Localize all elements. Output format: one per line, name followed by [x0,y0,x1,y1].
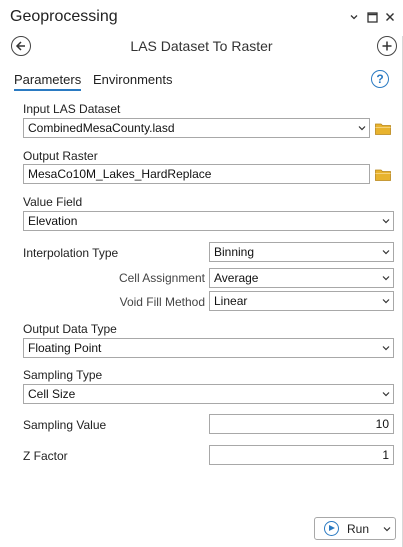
pane-title-bar: Geoprocessing [0,0,403,36]
close-icon[interactable] [383,10,397,24]
pane-title: Geoprocessing [10,8,118,25]
sampling-type-dropdown[interactable]: Cell Size [23,384,394,404]
output-data-type-label: Output Data Type [23,322,117,336]
output-raster-label: Output Raster [23,149,98,163]
input-las-value: CombinedMesaCounty.lasd [28,121,175,135]
tab-environments[interactable]: Environments [93,72,172,87]
run-label: Run [347,522,370,536]
void-fill-method-label: Void Fill Method [119,295,205,309]
z-factor-input[interactable]: 1 [209,445,394,465]
sampling-type-value: Cell Size [28,387,76,401]
chevron-down-icon [382,392,390,397]
z-factor-label: Z Factor [23,449,68,463]
folder-icon[interactable] [375,168,391,181]
value-field-value: Elevation [28,214,78,228]
tab-parameters[interactable]: Parameters [14,72,82,91]
chevron-down-icon [382,299,390,304]
value-field-dropdown[interactable]: Elevation [23,211,394,231]
output-data-type-dropdown[interactable]: Floating Point [23,338,394,358]
void-fill-method-dropdown[interactable]: Linear [209,291,394,311]
play-icon [324,521,339,536]
chevron-down-icon [382,346,390,351]
cell-assignment-value: Average [214,271,259,285]
chevron-down-icon [382,219,390,224]
output-raster-input[interactable]: MesaCo10M_Lakes_HardReplace [23,164,370,184]
help-icon[interactable]: ? [371,70,389,88]
sampling-type-label: Sampling Type [23,368,103,382]
geoprocessing-pane: Geoprocessing LAS Dataset To Raster Para… [0,0,403,547]
chevron-down-icon[interactable] [383,525,391,533]
input-las-label: Input LAS Dataset [23,102,121,116]
sampling-value-label: Sampling Value [23,418,107,432]
cell-assignment-dropdown[interactable]: Average [209,268,394,288]
tab-strip: Parameters Environments ? [0,70,403,92]
chevron-down-icon [382,276,390,281]
add-plus-icon[interactable] [377,36,397,56]
maximize-icon[interactable] [365,10,379,24]
sampling-value-input[interactable]: 10 [209,414,394,434]
value-field-label: Value Field [23,195,83,209]
interpolation-type-label: Interpolation Type [23,246,119,260]
tool-header: LAS Dataset To Raster [0,36,403,58]
folder-icon[interactable] [375,122,391,135]
output-data-type-value: Floating Point [28,341,102,355]
chevron-down-icon [382,250,390,255]
void-fill-method-value: Linear [214,294,248,308]
pane-menu-chevron-icon[interactable] [347,10,361,24]
cell-assignment-label: Cell Assignment [118,271,205,285]
interpolation-type-dropdown[interactable]: Binning [209,242,394,262]
run-button[interactable]: Run [314,517,396,540]
interpolation-type-value: Binning [214,245,255,259]
chevron-down-icon [358,126,366,131]
input-las-dropdown[interactable]: CombinedMesaCounty.lasd [23,118,370,138]
tool-title: LAS Dataset To Raster [130,38,273,54]
